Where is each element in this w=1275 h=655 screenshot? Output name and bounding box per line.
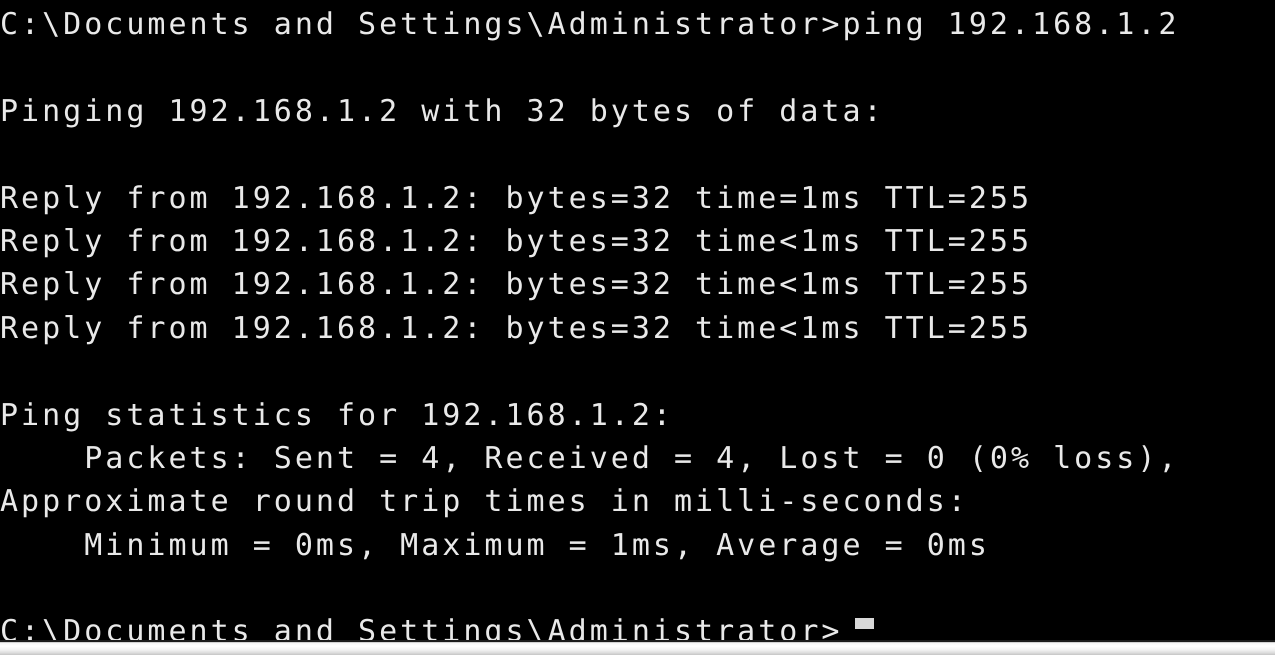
console-line-blank [0,350,1275,393]
chrome-seam-divider [0,640,1275,642]
console-line-blank [0,133,1275,176]
console-line-rtt-values: Minimum = 0ms, Maximum = 1ms, Average = … [0,527,990,563]
window-chrome-strip [0,640,1275,655]
console-line-reply-4: Reply from 192.168.1.2: bytes=32 time<1m… [0,310,1033,346]
console-line-blank [0,567,1275,610]
command-prompt-window[interactable]: C:\Documents and Settings\Administrator>… [0,0,1275,655]
console-line-blank [0,46,1275,89]
console-line-pinging-header: Pinging 192.168.1.2 with 32 bytes of dat… [0,93,885,129]
console-line-reply-1: Reply from 192.168.1.2: bytes=32 time=1m… [0,180,1033,216]
console-line-rtt-header: Approximate round trip times in milli-se… [0,484,969,520]
text-cursor [855,618,874,629]
console-line-reply-2: Reply from 192.168.1.2: bytes=32 time<1m… [0,223,1033,259]
console-line-reply-3: Reply from 192.168.1.2: bytes=32 time<1m… [0,267,1033,303]
console-line-prompt-command: C:\Documents and Settings\Administrator>… [0,7,1180,42]
console-line-stats-header: Ping statistics for 192.168.1.2: [0,397,674,433]
console-output-area[interactable]: C:\Documents and Settings\Administrator>… [0,0,1275,649]
console-line-stats-packets: Packets: Sent = 4, Received = 4, Lost = … [0,440,1180,476]
